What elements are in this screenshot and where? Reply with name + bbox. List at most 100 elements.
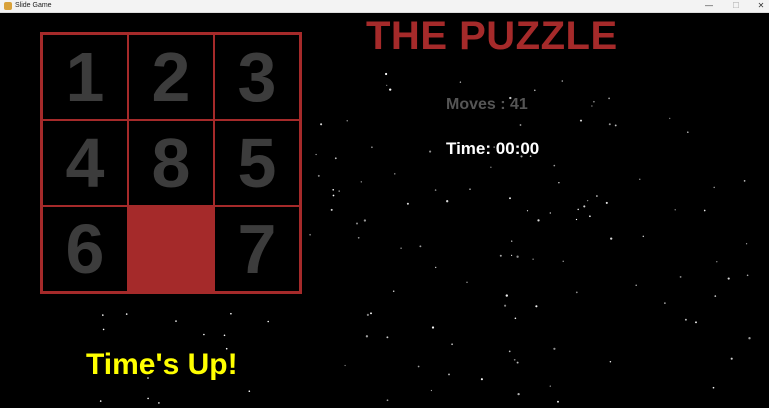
star: [99, 400, 102, 402]
star: [230, 312, 232, 315]
star: [419, 245, 422, 248]
tile[interactable]: 3: [214, 34, 300, 120]
time-label: Time:: [446, 139, 492, 158]
star: [558, 182, 560, 184]
minimize-button[interactable]: —: [697, 0, 721, 12]
close-button[interactable]: ✕: [749, 0, 769, 12]
star: [526, 210, 529, 212]
star: [575, 291, 578, 294]
star: [355, 222, 359, 225]
star: [158, 402, 160, 404]
star: [730, 357, 733, 360]
star: [267, 320, 270, 323]
star: [608, 123, 611, 126]
star: [385, 72, 388, 76]
star: [417, 365, 420, 368]
star: [320, 123, 323, 126]
star: [713, 186, 715, 189]
star: [466, 281, 468, 283]
star: [459, 81, 462, 83]
star: [435, 266, 437, 269]
star: [727, 277, 730, 280]
star: [332, 194, 335, 197]
tile[interactable]: 1: [42, 34, 128, 120]
star: [386, 336, 389, 339]
star: [400, 247, 402, 249]
star: [684, 318, 687, 321]
star: [605, 201, 608, 204]
star: [714, 295, 717, 297]
maximize-button[interactable]: ☐: [724, 0, 748, 12]
star: [642, 235, 645, 238]
star: [394, 173, 396, 175]
puzzle-board: 1 2 3 4 8 5 6 7: [40, 32, 302, 294]
star: [175, 320, 177, 322]
star: [102, 314, 104, 316]
star: [593, 100, 595, 103]
star: [557, 400, 559, 403]
star: [610, 237, 613, 240]
star: [510, 254, 513, 257]
tile[interactable]: 8: [128, 120, 214, 206]
star: [712, 386, 715, 389]
star: [431, 326, 435, 329]
star: [346, 120, 348, 122]
tile[interactable]: 7: [214, 206, 300, 292]
moves-value: 41: [510, 96, 528, 113]
star: [499, 254, 502, 257]
star: [674, 209, 676, 211]
empty-slot[interactable]: [128, 206, 214, 292]
star: [309, 233, 311, 236]
star: [532, 258, 534, 260]
star: [549, 212, 551, 214]
star: [389, 88, 392, 91]
star: [553, 164, 556, 167]
status-message: Time's Up!: [86, 348, 238, 381]
star: [519, 124, 522, 126]
star: [549, 385, 551, 387]
star: [589, 215, 591, 218]
star: [429, 150, 432, 153]
star: [748, 337, 751, 340]
star: [363, 219, 367, 222]
star: [480, 378, 483, 381]
star: [365, 335, 369, 338]
star: [366, 313, 370, 317]
star: [344, 364, 346, 367]
star: [338, 190, 340, 192]
star: [386, 84, 388, 87]
star: [430, 389, 432, 392]
window-title: Slide Game: [15, 2, 52, 9]
star: [716, 261, 718, 263]
star: [516, 255, 519, 258]
star: [448, 373, 450, 376]
star: [315, 153, 317, 156]
tile[interactable]: 6: [42, 206, 128, 292]
star: [635, 284, 637, 286]
star: [586, 199, 589, 202]
star: [583, 205, 586, 208]
star: [745, 243, 748, 245]
star: [596, 195, 598, 197]
star: [332, 188, 335, 191]
star: [469, 188, 471, 190]
moves-counter: Moves : 41: [446, 96, 528, 114]
app-icon: [4, 2, 12, 10]
tile[interactable]: 5: [214, 120, 300, 206]
star: [248, 390, 251, 393]
star: [575, 218, 578, 221]
star: [334, 157, 337, 160]
tile[interactable]: 2: [128, 34, 214, 120]
star: [669, 117, 671, 120]
star: [703, 209, 706, 212]
star: [392, 290, 395, 293]
tile[interactable]: 4: [42, 120, 128, 206]
star: [535, 305, 538, 308]
moves-label: Moves :: [446, 96, 506, 113]
star: [330, 208, 333, 211]
star: [504, 304, 507, 307]
star: [370, 312, 372, 315]
star: [514, 317, 517, 320]
star: [490, 166, 492, 168]
star: [537, 219, 540, 222]
